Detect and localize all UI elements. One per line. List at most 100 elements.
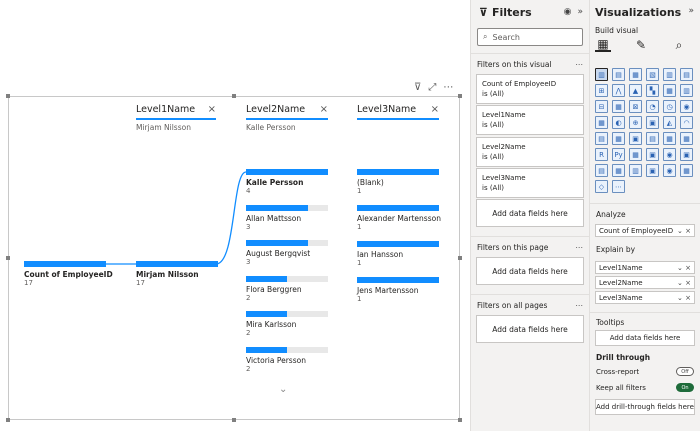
explain-field-level3[interactable]: Level3Name ⌄ × [595,291,695,304]
tree-node[interactable]: Flora Berggren 2 [246,275,328,302]
visual-type-icon[interactable]: ⊟ [595,100,608,113]
visual-type-icon[interactable]: ◐ [612,116,625,129]
tree-node[interactable]: Alexander Martensson 1 [357,205,441,231]
visual-type-icon[interactable]: ▦ [612,100,625,113]
visual-type-icon[interactable]: ▣ [646,116,659,129]
resize-handle[interactable] [458,94,462,98]
add-report-filter-fields[interactable]: Add data fields here [476,315,584,343]
visual-type-icon[interactable]: ⋀ [612,84,625,97]
visual-type-icon[interactable]: ▤ [680,68,693,81]
resize-handle[interactable] [6,94,10,98]
visual-type-icon[interactable]: ◷ [663,100,676,113]
tree-node[interactable]: August Bergqvist 3 [246,240,328,266]
resize-handle[interactable] [458,256,462,260]
add-visual-filter-fields[interactable]: Add data fields here [476,199,584,227]
close-icon[interactable]: × [208,104,216,115]
visual-type-icon[interactable]: ▲ [629,84,642,97]
visual-type-icon[interactable]: ⊠ [629,100,642,113]
close-icon[interactable]: × [431,104,439,115]
visual-type-icon[interactable]: ▣ [646,164,659,177]
tree-node[interactable]: Kalle Persson 4 [246,169,328,195]
visual-type-icon[interactable]: ▤ [612,68,625,81]
resize-handle[interactable] [458,418,462,422]
collapse-icon[interactable]: » [577,7,583,17]
visual-type-icon[interactable]: ▦ [612,132,625,145]
visual-type-icon[interactable]: ▣ [680,148,693,161]
resize-handle[interactable] [6,256,10,260]
visual-type-icon[interactable]: ▦ [663,132,676,145]
close-icon[interactable]: × [320,104,328,115]
filter-icon[interactable]: ⊽ [414,82,421,93]
field-controls-icon[interactable]: ⌄ × [677,227,691,235]
resize-handle[interactable] [232,94,236,98]
field-controls-icon[interactable]: ⌄ × [677,264,691,272]
visual-type-icon[interactable]: ▚ [646,84,659,97]
visual-type-icon[interactable]: ⋯ [612,180,625,193]
explain-field-level1[interactable]: Level1Name ⌄ × [595,261,695,274]
eye-icon[interactable]: ◉ [564,7,572,17]
visual-type-icon[interactable]: ▥ [595,68,608,81]
tree-node[interactable]: Count of EmployeeID 17 [24,261,113,287]
visual-type-icon[interactable]: ◉ [680,100,693,113]
tree-node[interactable]: (Blank) 1 [357,169,439,195]
visual-type-icon[interactable]: ◠ [680,116,693,129]
add-page-filter-fields[interactable]: Add data fields here [476,257,584,285]
visual-type-icon[interactable]: ◭ [663,116,676,129]
add-tooltip-fields[interactable]: Add data fields here [595,330,695,346]
cross-report-toggle[interactable]: Off [676,367,694,376]
field-controls-icon[interactable]: ⌄ × [677,294,691,302]
visual-type-icon[interactable]: ▤ [646,132,659,145]
visual-type-icon[interactable]: ▦ [680,164,693,177]
visual-type-icon[interactable]: ◔ [646,100,659,113]
visual-type-icon[interactable]: ▤ [595,132,608,145]
visual-type-icon[interactable]: ▤ [595,164,608,177]
visual-type-icon[interactable]: ▧ [646,68,659,81]
visual-type-icon[interactable]: ◇ [595,180,608,193]
visual-type-icon[interactable]: ◉ [663,164,676,177]
add-drill-through-fields[interactable]: Add drill-through fields here [595,399,695,415]
tree-node[interactable]: Ian Hansson 1 [357,241,439,267]
visual-type-icon[interactable]: Py [612,148,625,161]
visual-type-icon[interactable]: ▦ [663,84,676,97]
visual-type-icon[interactable]: ▣ [629,132,642,145]
visual-type-icon[interactable]: R [595,148,608,161]
tree-node[interactable]: Jens Martensson 1 [357,277,439,303]
visual-type-icon[interactable]: ▣ [646,148,659,161]
visual-type-icon[interactable]: ▦ [629,68,642,81]
filter-card-level3[interactable]: Level3Name is (All) [476,168,584,198]
analyze-field[interactable]: Count of EmployeeID ⌄ × [595,224,695,237]
visual-type-icon[interactable]: ▦ [595,116,608,129]
visual-type-icon[interactable]: ▦ [629,148,642,161]
visual-type-icon[interactable]: ▥ [629,164,642,177]
field-controls-icon[interactable]: ⌄ × [677,279,691,287]
filters-search-input[interactable]: ⌕ Search [477,28,583,46]
visual-type-icon[interactable]: ⊞ [595,84,608,97]
explain-field-level2[interactable]: Level2Name ⌄ × [595,276,695,289]
more-options-icon[interactable]: ⋯ [443,82,453,93]
tree-node[interactable]: Victoria Persson 2 [246,346,328,373]
format-visual-tab-icon[interactable]: ✎ [633,38,649,52]
more-options-icon[interactable]: ... [575,58,583,67]
visual-type-icon[interactable]: ▥ [663,68,676,81]
tree-node[interactable]: Allan Mattsson 3 [246,204,328,231]
resize-handle[interactable] [6,418,10,422]
visual-type-icon[interactable]: ▦ [680,132,693,145]
tree-node[interactable]: Mira Karlsson 2 [246,311,328,337]
filter-card-level1[interactable]: Level1Name is (All) [476,105,584,135]
filter-card-level2[interactable]: Level2Name is (All) [476,137,584,167]
visual-type-icon[interactable]: ◉ [663,148,676,161]
focus-mode-icon[interactable]: ⤢ [428,82,436,93]
build-visual-tab-icon[interactable]: ▦ [595,37,611,52]
analytics-tab-icon[interactable]: ⌕ [671,38,687,52]
collapse-icon[interactable]: » [688,6,694,16]
tree-node[interactable]: Mirjam Nilsson 17 [136,261,218,287]
keep-filters-toggle[interactable]: On [676,383,694,392]
visual-type-icon[interactable]: ▥ [680,84,693,97]
visual-type-icon[interactable]: ⊕ [629,116,642,129]
more-options-icon[interactable]: ... [575,299,583,308]
resize-handle[interactable] [232,418,236,422]
filter-card-count[interactable]: Count of EmployeeID is (All) [476,74,584,104]
visual-type-icon[interactable]: ▦ [612,164,625,177]
chevron-down-icon[interactable]: ⌄ [279,384,287,395]
more-options-icon[interactable]: ... [575,241,583,250]
